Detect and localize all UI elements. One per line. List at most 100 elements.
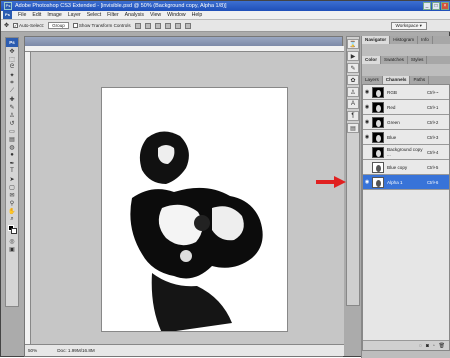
eye-icon[interactable]: ◉ <box>363 89 371 95</box>
save-selection-icon[interactable]: ◙ <box>426 343 429 349</box>
align-bottom-icon[interactable] <box>154 22 161 29</box>
color-swatches[interactable] <box>6 223 18 237</box>
history-panel-icon[interactable]: ⌛ <box>347 39 359 49</box>
quick-mask-icon[interactable]: ◎ <box>6 237 18 245</box>
align-top-icon[interactable] <box>134 22 141 29</box>
menu-view[interactable]: View <box>150 12 161 18</box>
brush-tool-icon[interactable]: ✎ <box>6 103 18 111</box>
inverted-figure-image <box>102 88 287 331</box>
history-brush-icon[interactable]: ↺ <box>6 119 18 127</box>
align-center-icon[interactable] <box>174 22 181 29</box>
clone-source-icon[interactable]: ♙ <box>347 87 359 97</box>
dodge-tool-icon[interactable]: ● <box>6 151 18 159</box>
channel-shortcut: Ctrl+5 <box>427 164 439 170</box>
channel-row[interactable]: ◉ Blue Ctrl+3 <box>363 130 449 145</box>
tab-swatches[interactable]: Swatches <box>381 56 408 64</box>
tab-histogram[interactable]: Histogram <box>390 36 419 44</box>
eye-icon[interactable]: ◉ <box>363 179 371 185</box>
tab-channels[interactable]: Channels <box>382 76 411 84</box>
new-channel-icon[interactable]: ▫ <box>433 343 435 349</box>
magic-wand-icon[interactable]: ✦ <box>6 71 18 79</box>
move-tool-icon[interactable]: ✥ <box>4 22 9 29</box>
delete-channel-icon[interactable]: 🗑 <box>439 343 445 349</box>
channel-row[interactable]: ◉ Red Ctrl+1 <box>363 100 449 115</box>
eye-icon[interactable]: ◉ <box>363 134 371 140</box>
align-middle-icon[interactable] <box>144 22 151 29</box>
channel-row[interactable]: ◉ RGB Ctrl+~ <box>363 85 449 100</box>
gradient-tool-icon[interactable]: ▤ <box>6 135 18 143</box>
channel-row[interactable]: Blue copy Ctrl+5 <box>363 160 449 175</box>
eyedropper-icon[interactable]: ⚲ <box>6 199 18 207</box>
align-right-icon[interactable] <box>184 22 191 29</box>
menu-layer[interactable]: Layer <box>68 12 81 18</box>
zoom-tool-icon[interactable]: ⌕ <box>6 215 18 223</box>
pen-tool-icon[interactable]: ✒ <box>6 159 18 167</box>
background-color[interactable] <box>11 228 17 234</box>
zoom-level[interactable]: 50% <box>28 345 37 356</box>
transform-controls-checkbox[interactable]: Show Transform Controls <box>72 23 131 29</box>
canvas-area[interactable] <box>31 52 344 345</box>
healing-brush-icon[interactable]: ✚ <box>6 95 18 103</box>
crop-tool-icon[interactable]: ⌗ <box>6 79 18 87</box>
menu-image[interactable]: Image <box>47 12 61 18</box>
tab-styles[interactable]: Styles <box>408 56 428 64</box>
slice-tool-icon[interactable]: ⟋ <box>6 87 18 95</box>
hand-tool-icon[interactable]: ✋ <box>6 207 18 215</box>
photoshop-app-icon: Ps <box>4 2 12 10</box>
load-selection-icon[interactable]: ◌ <box>419 343 422 349</box>
menu-select[interactable]: Select <box>87 12 101 18</box>
menu-help[interactable]: Help <box>192 12 203 18</box>
menu-edit[interactable]: Edit <box>32 12 41 18</box>
auto-select-checkbox[interactable]: Auto-Select: <box>13 23 44 29</box>
type-tool-icon[interactable]: T <box>6 167 18 175</box>
channel-shortcut: Ctrl+6 <box>427 179 439 185</box>
navigator-spacer <box>362 44 450 56</box>
screen-mode-icon[interactable]: ▣ <box>6 245 18 253</box>
tab-color[interactable]: Color <box>362 56 381 64</box>
tab-navigator[interactable]: Navigator <box>362 36 391 44</box>
layer-comps-icon[interactable]: ▤ <box>347 123 359 133</box>
blur-tool-icon[interactable]: ◍ <box>6 143 18 151</box>
channels-panel: ◉ RGB Ctrl+~ ◉ Red Ctrl+1 ◉ Green Ctrl+2… <box>362 84 450 351</box>
channel-row-selected[interactable]: ◉ Alpha 1 Ctrl+6 <box>363 175 449 190</box>
channel-thumbnail <box>372 86 384 98</box>
channel-row[interactable]: Background copy ... Ctrl+4 <box>363 145 449 160</box>
close-button[interactable]: × <box>441 2 449 10</box>
tab-layers[interactable]: Layers <box>362 76 383 84</box>
document-title-bar <box>25 37 342 46</box>
brushes-panel-icon[interactable]: ✿ <box>347 75 359 85</box>
shape-tool-icon[interactable]: ▢ <box>6 183 18 191</box>
minimize-button[interactable]: _ <box>423 2 431 10</box>
eraser-tool-icon[interactable]: ▭ <box>6 127 18 135</box>
channel-row[interactable]: ◉ Green Ctrl+2 <box>363 115 449 130</box>
tab-info[interactable]: Info <box>418 36 433 44</box>
tab-paths[interactable]: Paths <box>410 76 430 84</box>
path-select-icon[interactable]: ➤ <box>6 175 18 183</box>
move-tool-icon[interactable]: ✥ <box>6 47 18 55</box>
menu-file[interactable]: File <box>18 12 26 18</box>
character-panel-icon[interactable]: A <box>347 99 359 109</box>
marquee-tool-icon[interactable]: ⬚ <box>6 55 18 63</box>
menu-analysis[interactable]: Analysis <box>125 12 144 18</box>
auto-select-dropdown[interactable]: Group <box>48 22 69 29</box>
align-left-icon[interactable] <box>164 22 171 29</box>
document-image[interactable] <box>101 87 288 332</box>
maximize-button[interactable]: □ <box>432 2 440 10</box>
notes-tool-icon[interactable]: ✉ <box>6 191 18 199</box>
paragraph-panel-icon[interactable]: ¶ <box>347 111 359 121</box>
menu-filter[interactable]: Filter <box>107 12 119 18</box>
lasso-tool-icon[interactable]: ᘓ <box>6 63 18 71</box>
tool-presets-icon[interactable]: ✎ <box>347 63 359 73</box>
actions-panel-icon[interactable]: ▶ <box>347 51 359 61</box>
channel-shortcut: Ctrl+1 <box>427 104 439 110</box>
eye-icon[interactable]: ◉ <box>363 104 371 110</box>
menu-window[interactable]: Window <box>167 12 185 18</box>
channel-shortcut: Ctrl+2 <box>427 119 439 125</box>
status-bar: 50% Doc: 1.99M/16.8M <box>25 344 344 356</box>
clone-stamp-icon[interactable]: ♙ <box>6 111 18 119</box>
document-window: 50% Doc: 1.99M/16.8M <box>24 36 344 357</box>
eye-icon[interactable]: ◉ <box>363 119 371 125</box>
channel-name: Green <box>387 119 400 125</box>
panels-column: Navigator Histogram Info Color Swatches … <box>361 36 450 358</box>
workspace-dropdown[interactable]: Workspace ▾ <box>390 22 427 30</box>
